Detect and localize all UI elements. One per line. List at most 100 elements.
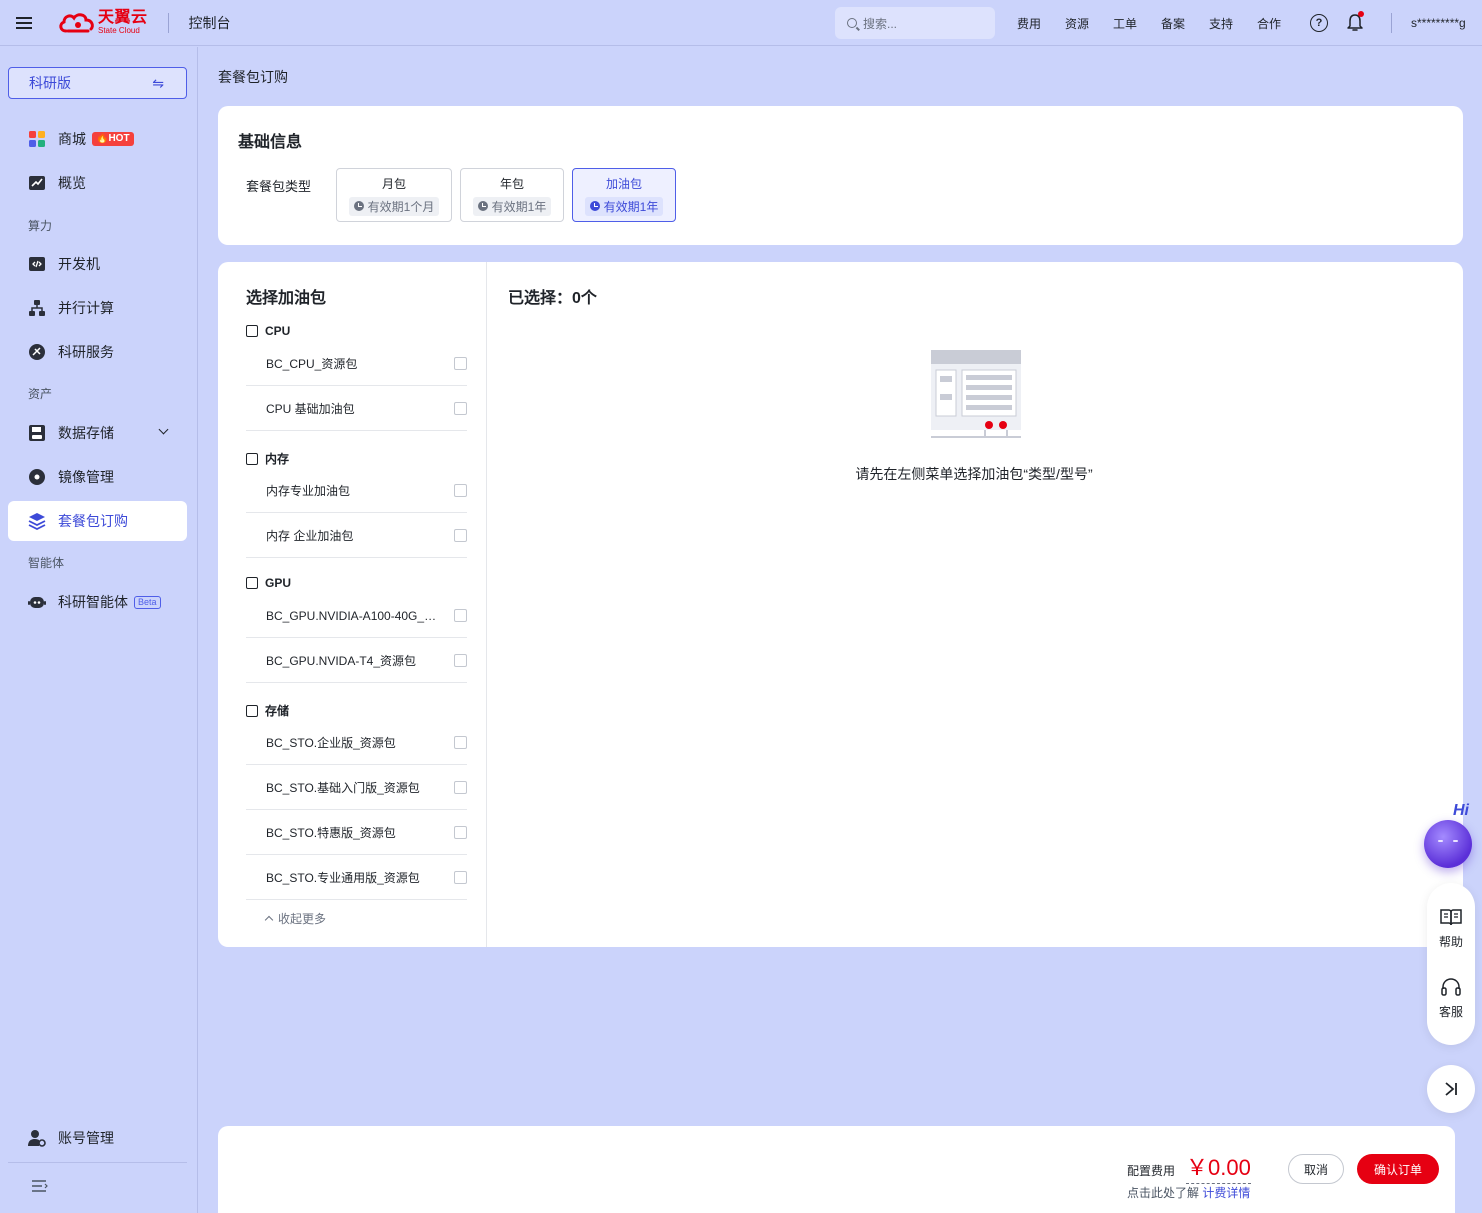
selected-count: 已选择：0个 xyxy=(508,290,597,307)
logo-text-cn: 天翼云 xyxy=(98,9,148,26)
sidebar-item-mall[interactable]: 商城 🔥HOT xyxy=(8,119,187,159)
package-item[interactable]: BC_STO.基础入门版_资源包 xyxy=(246,765,467,810)
logo[interactable]: 天翼云 State Cloud xyxy=(58,0,148,46)
collapse-sidebar-icon[interactable] xyxy=(32,1180,48,1192)
customer-service-button[interactable]: 客服 xyxy=(1427,977,1475,1020)
package-checkbox[interactable] xyxy=(454,781,467,794)
ai-assistant-icon[interactable] xyxy=(1424,820,1472,868)
package-name: BC_STO.基础入门版_资源包 xyxy=(266,780,420,795)
gpu-icon xyxy=(246,577,258,589)
category-cpu: CPU xyxy=(246,324,290,338)
sidebar-item-research-service[interactable]: 科研服务 xyxy=(8,332,187,372)
nav-ticket[interactable]: 工单 xyxy=(1101,15,1149,32)
package-checkbox[interactable] xyxy=(454,654,467,667)
package-item[interactable]: BC_STO.专业通用版_资源包 xyxy=(246,855,467,900)
package-item[interactable]: CPU 基础加油包 xyxy=(246,386,467,431)
mall-icon xyxy=(28,130,46,148)
collapse-more-link[interactable]: 收起更多 xyxy=(264,910,326,927)
package-checkbox[interactable] xyxy=(454,826,467,839)
package-item[interactable]: 内存专业加油包 xyxy=(246,468,467,513)
notification-bell-icon[interactable] xyxy=(1346,11,1364,33)
package-item[interactable]: 内存 企业加油包 xyxy=(246,513,467,558)
package-item[interactable]: BC_GPU.NVIDA-T4_资源包 xyxy=(246,638,467,683)
divider xyxy=(1391,13,1392,33)
notification-dot xyxy=(1358,11,1364,17)
user-settings-icon xyxy=(28,1129,46,1147)
package-checkbox[interactable] xyxy=(454,484,467,497)
option-name: 年包 xyxy=(499,176,524,191)
order-footer: 配置费用 ￥0.00 点击此处了解 计费详情 取消 确认订单 xyxy=(218,1126,1455,1213)
nav-resource[interactable]: 资源 xyxy=(1053,15,1101,32)
storage-icon xyxy=(28,424,46,442)
package-type-label: 套餐包类型 xyxy=(246,179,312,194)
fee-hint: 点击此处了解 计费详情 xyxy=(1127,1186,1251,1200)
cloud-logo-icon xyxy=(59,12,94,32)
package-checkbox[interactable] xyxy=(454,736,467,749)
package-name: CPU 基础加油包 xyxy=(266,401,355,416)
package-item[interactable]: BC_CPU_资源包 xyxy=(246,341,467,386)
package-item[interactable]: BC_STO.特惠版_资源包 xyxy=(246,810,467,855)
sidebar-item-image-management[interactable]: 镜像管理 xyxy=(8,457,187,497)
package-checkbox[interactable] xyxy=(454,357,467,370)
sidebar-item-package-order[interactable]: 套餐包订购 xyxy=(8,501,187,541)
code-icon xyxy=(28,255,46,273)
storage-icon xyxy=(246,704,258,717)
package-name: BC_STO.企业版_资源包 xyxy=(266,735,396,750)
edition-label: 科研版 xyxy=(29,75,71,91)
fee-value: ￥0.00 xyxy=(1186,1150,1251,1184)
page-title: 套餐包订购 xyxy=(218,69,288,85)
nav-partner[interactable]: 合作 xyxy=(1245,15,1293,32)
package-name: BC_GPU.NVIDIA-A100-40G_资源包 xyxy=(266,608,441,623)
sidebar-item-account[interactable]: 账号管理 xyxy=(8,1118,187,1158)
sidebar-item-label: 套餐包订购 xyxy=(58,513,128,529)
console-title[interactable]: 控制台 xyxy=(189,13,231,33)
search-input[interactable]: 搜索... xyxy=(835,7,995,39)
package-checkbox[interactable] xyxy=(454,402,467,415)
confirm-order-button[interactable]: 确认订单 xyxy=(1357,1154,1439,1184)
package-item[interactable]: BC_GPU.NVIDIA-A100-40G_资源包 xyxy=(246,593,467,638)
clock-icon xyxy=(477,201,488,211)
help-button[interactable]: 帮助 xyxy=(1427,907,1475,950)
user-account[interactable]: s*********g xyxy=(1411,16,1466,30)
edition-switcher[interactable]: 科研版 ⇋ xyxy=(8,67,187,99)
nav-filing[interactable]: 备案 xyxy=(1149,15,1197,32)
package-checkbox[interactable] xyxy=(454,529,467,542)
sidebar-item-label: 科研服务 xyxy=(58,344,114,360)
expand-panel-button[interactable] xyxy=(1427,1065,1475,1113)
package-type-yearly[interactable]: 年包 有效期1年 xyxy=(460,168,564,222)
package-type-monthly[interactable]: 月包 有效期1个月 xyxy=(336,168,452,222)
nav-fee[interactable]: 费用 xyxy=(1005,15,1053,32)
billing-details-link[interactable]: 计费详情 xyxy=(1202,1186,1250,1200)
sidebar-item-overview[interactable]: 概览 xyxy=(8,163,187,203)
sidebar-item-label: 概览 xyxy=(58,175,86,191)
sidebar-group-agent: 智能体 xyxy=(28,556,65,570)
cancel-button[interactable]: 取消 xyxy=(1288,1154,1344,1184)
package-item[interactable]: BC_STO.企业版_资源包 xyxy=(246,720,467,765)
package-checkbox[interactable] xyxy=(454,609,467,622)
category-memory: 内存 xyxy=(246,450,289,467)
floating-toolbar: 帮助 客服 xyxy=(1427,883,1475,1045)
beta-badge: Beta xyxy=(134,595,161,609)
package-type-booster[interactable]: 加油包 有效期1年 xyxy=(572,168,676,222)
sidebar-item-label: 科研智能体 xyxy=(58,594,128,610)
cpu-icon xyxy=(246,325,258,337)
sidebar-item-parallel[interactable]: 并行计算 xyxy=(8,288,187,328)
search-placeholder: 搜索... xyxy=(863,16,898,31)
sidebar-item-data-storage[interactable]: 数据存储 xyxy=(8,413,187,453)
package-checkbox[interactable] xyxy=(454,871,467,884)
memory-icon xyxy=(246,452,258,465)
top-nav: 费用 资源 工单 备案 支持 合作 xyxy=(1005,0,1293,46)
sidebar-item-research-agent[interactable]: 科研智能体 Beta xyxy=(8,582,187,622)
service-icon xyxy=(28,343,46,361)
divider xyxy=(8,1162,187,1163)
sidebar-group-compute: 算力 xyxy=(28,219,53,233)
sidebar-item-devbox[interactable]: 开发机 xyxy=(8,244,187,284)
menu-icon[interactable] xyxy=(0,0,48,46)
sidebar: 科研版 ⇋ 商城 🔥HOT 概览 算力 开发机 并行计算 科研服务 资产 数据存… xyxy=(0,47,198,1213)
help-icon[interactable]: ? xyxy=(1310,14,1328,32)
sidebar-item-label: 镜像管理 xyxy=(58,469,114,485)
nav-support[interactable]: 支持 xyxy=(1197,15,1245,32)
logo-text-en: State Cloud xyxy=(98,26,140,35)
validity-tag: 有效期1个月 xyxy=(348,196,440,216)
option-name: 月包 xyxy=(381,176,406,191)
